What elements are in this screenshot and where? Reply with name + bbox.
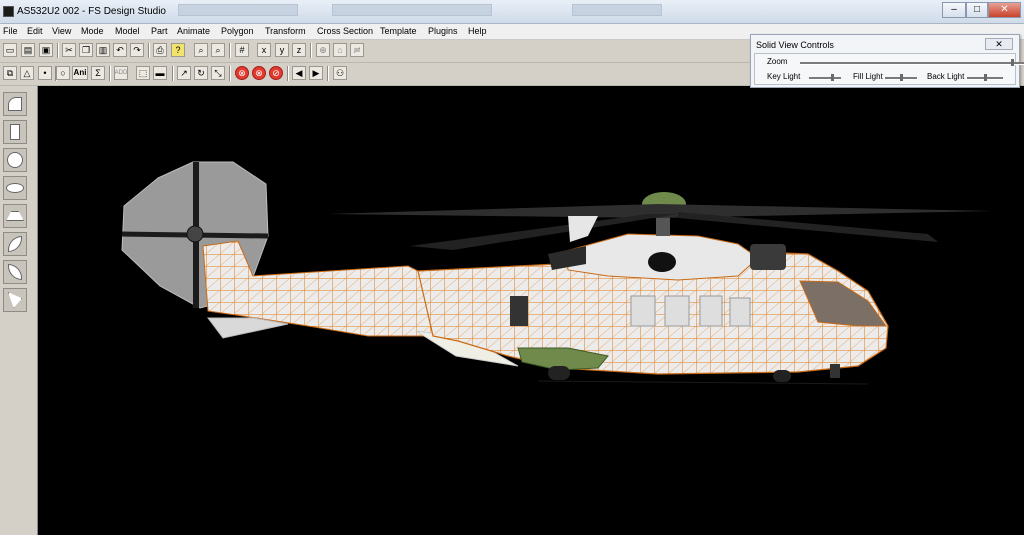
close-button[interactable]: ✕ (988, 2, 1021, 18)
fill-light-slider-thumb[interactable] (899, 74, 903, 81)
toolbar-separator (229, 66, 231, 81)
point-tool-icon[interactable]: • (38, 66, 52, 80)
toolbar-separator (229, 43, 231, 58)
maximize-button[interactable]: □ (966, 2, 988, 18)
panel-shape-icon[interactable] (3, 92, 27, 116)
paste-icon[interactable]: ▥ (96, 43, 110, 57)
lighting-controls: Zoom Key Light Fill Light Back Light (754, 53, 1024, 85)
tall-panel-icon[interactable] (3, 120, 27, 144)
new-icon[interactable]: ▭ (3, 43, 17, 57)
app-icon (3, 6, 14, 17)
solid-view-viewport[interactable] (38, 86, 1024, 535)
print-icon[interactable]: ⎙ (153, 43, 167, 57)
open-icon[interactable]: ▤ (21, 43, 35, 57)
circle-shape-icon[interactable] (3, 148, 27, 172)
zoom-slider[interactable] (800, 59, 1024, 66)
menu-polygon[interactable]: Polygon (221, 26, 254, 36)
menu-animate[interactable]: Animate (177, 26, 210, 36)
delete-part-icon[interactable]: ⊗ (252, 66, 266, 80)
cut-icon[interactable]: ✂ (62, 43, 76, 57)
menu-part[interactable]: Part (151, 26, 168, 36)
toolbar-separator (148, 43, 150, 58)
move-icon[interactable]: ↗ (177, 66, 191, 80)
help-icon[interactable]: ? (171, 43, 185, 57)
leaf-shape-2-icon[interactable] (3, 260, 27, 284)
background-window-tab (332, 4, 492, 16)
zoom-slider-thumb[interactable] (1010, 59, 1014, 66)
shape-tool-palette (0, 86, 38, 535)
key-light-label: Key Light (767, 72, 801, 81)
select-icon[interactable]: ⧉ (3, 66, 17, 80)
scale-icon[interactable]: ⤡ (211, 66, 225, 80)
toolbar-separator (310, 43, 312, 58)
triangle-leaf-icon[interactable] (3, 288, 27, 312)
binoculars-icon[interactable]: ⚇ (333, 66, 347, 80)
fill-light-slider[interactable] (885, 74, 917, 81)
back-light-slider[interactable] (967, 74, 1003, 81)
window-title: AS532U2 002 - FS Design Studio (17, 6, 166, 17)
circle-tool-icon[interactable]: ○ (56, 66, 70, 80)
key-light-slider-thumb[interactable] (830, 74, 834, 81)
triangle-tool-icon[interactable]: △ (20, 66, 34, 80)
menu-file[interactable]: File (3, 26, 18, 36)
toolbar-separator (327, 66, 329, 81)
menu-transform[interactable]: Transform (265, 26, 306, 36)
redo-icon[interactable]: ↷ (130, 43, 144, 57)
undo-icon[interactable]: ↶ (113, 43, 127, 57)
title-bar: AS532U2 002 - FS Design Studio – □ ✕ (0, 0, 1024, 24)
ruler-icon[interactable]: ▬ (153, 66, 167, 80)
next-button[interactable]: ▶ (309, 66, 323, 80)
sum-button[interactable]: Σ (91, 66, 105, 80)
solid-view-controls-panel: Solid View Controls ✕ Zoom Key Light Fil… (750, 34, 1024, 88)
key-light-slider[interactable] (809, 74, 841, 81)
grid-icon[interactable]: # (235, 43, 249, 57)
toolbar-separator (287, 66, 289, 81)
flip-y-icon[interactable]: y (275, 43, 289, 57)
wedge-shape-icon[interactable] (3, 204, 27, 228)
toolbar-separator (109, 66, 111, 81)
previous-button[interactable]: ◀ (292, 66, 306, 80)
back-light-label: Back Light (927, 72, 965, 81)
toolbar-separator (57, 43, 59, 58)
menu-plugins[interactable]: Plugins (428, 26, 458, 36)
delete-icon[interactable]: ⊗ (235, 66, 249, 80)
menu-edit[interactable]: Edit (27, 26, 43, 36)
toolbar-separator (172, 66, 174, 81)
copy-icon[interactable]: ❐ (79, 43, 93, 57)
flip-x-icon[interactable]: x (257, 43, 271, 57)
menu-model[interactable]: Model (115, 26, 140, 36)
zoom-label: Zoom (767, 57, 788, 66)
flip-z-icon[interactable]: z (292, 43, 306, 57)
fill-light-label: Fill Light (853, 72, 883, 81)
merge-icon[interactable]: ⌂ (333, 43, 347, 57)
background-window-tab (178, 4, 298, 16)
menu-help[interactable]: Help (468, 26, 487, 36)
panel-title: Solid View Controls (756, 40, 834, 50)
panel-close-button[interactable]: ✕ (985, 38, 1013, 50)
menu-mode[interactable]: Mode (81, 26, 104, 36)
ellipse-shape-icon[interactable] (3, 176, 27, 200)
helicopter-model-render (121, 161, 993, 385)
menu-template[interactable]: Template (380, 26, 417, 36)
menu-view[interactable]: View (52, 26, 71, 36)
marquee-icon[interactable]: ⬚ (136, 66, 150, 80)
add-point-icon[interactable]: ADD (114, 66, 128, 80)
zoom-in-icon[interactable]: ⌕ (194, 43, 208, 57)
minimize-button[interactable]: – (942, 2, 966, 18)
align-icon[interactable]: ≓ (350, 43, 364, 57)
background-window-tab (572, 4, 662, 16)
delete-all-icon[interactable]: ⊘ (269, 66, 283, 80)
back-light-slider-thumb[interactable] (983, 74, 987, 81)
rotate-icon[interactable]: ↻ (194, 66, 208, 80)
main-toolbar: ▭ ▤ ▣ ✂ ❐ ▥ ↶ ↷ ⎙ ? ⌕ ⌕ # x y z ⊕ ⌂ ≓ (0, 40, 750, 63)
ani-button[interactable]: Ani (72, 66, 88, 80)
weld-icon[interactable]: ⊕ (316, 43, 330, 57)
zoom-out-icon[interactable]: ⌕ (211, 43, 225, 57)
menu-cross-section[interactable]: Cross Section (317, 26, 373, 36)
save-icon[interactable]: ▣ (39, 43, 53, 57)
leaf-shape-icon[interactable] (3, 232, 27, 256)
